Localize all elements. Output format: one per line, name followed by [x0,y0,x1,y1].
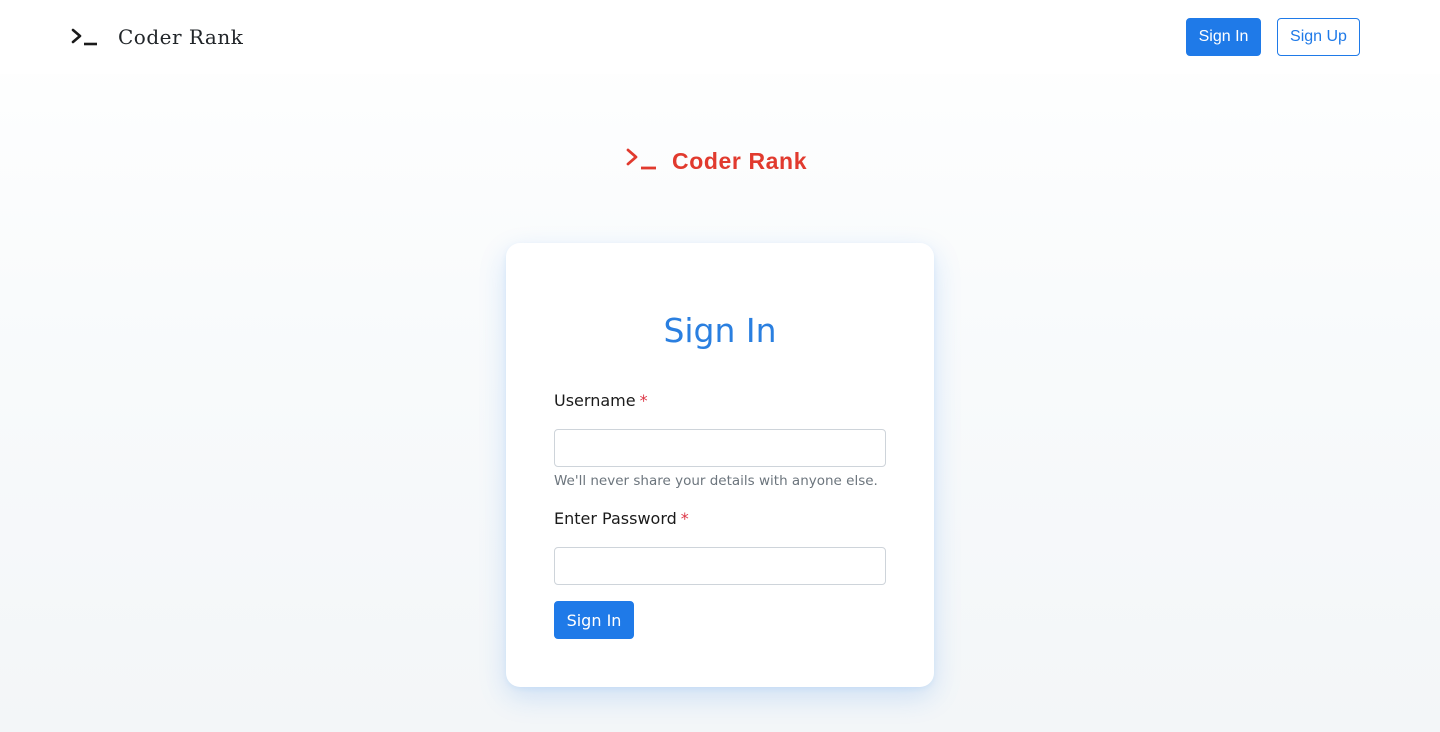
required-marker: * [680,509,689,528]
sign-in-card: Sign In Username * We'll never share your… [506,243,934,687]
hero-logo: Coder Rank [626,146,807,176]
password-label-text: Enter Password [554,509,677,528]
username-help-text: We'll never share your details with anyo… [554,473,878,489]
navbar-brand-text: Coder Rank [118,25,244,49]
sign-in-title: Sign In [663,311,777,350]
terminal-prompt-icon [71,27,98,47]
password-label: Enter Password * [554,509,689,529]
navbar-sign-in-button[interactable]: Sign In [1186,18,1261,56]
username-label: Username * [554,391,648,411]
username-input[interactable] [554,429,886,467]
top-navbar: Coder Rank Sign In Sign Up [0,0,1440,74]
password-input[interactable] [554,547,886,585]
hero-logo-text: Coder Rank [672,147,808,174]
sign-in-submit-button[interactable]: Sign In [554,601,634,639]
terminal-prompt-icon [626,147,657,175]
username-label-text: Username [554,391,636,410]
required-marker: * [639,391,648,410]
navbar-sign-up-button[interactable]: Sign Up [1277,18,1360,56]
navbar-brand[interactable]: Coder Rank [71,22,243,52]
